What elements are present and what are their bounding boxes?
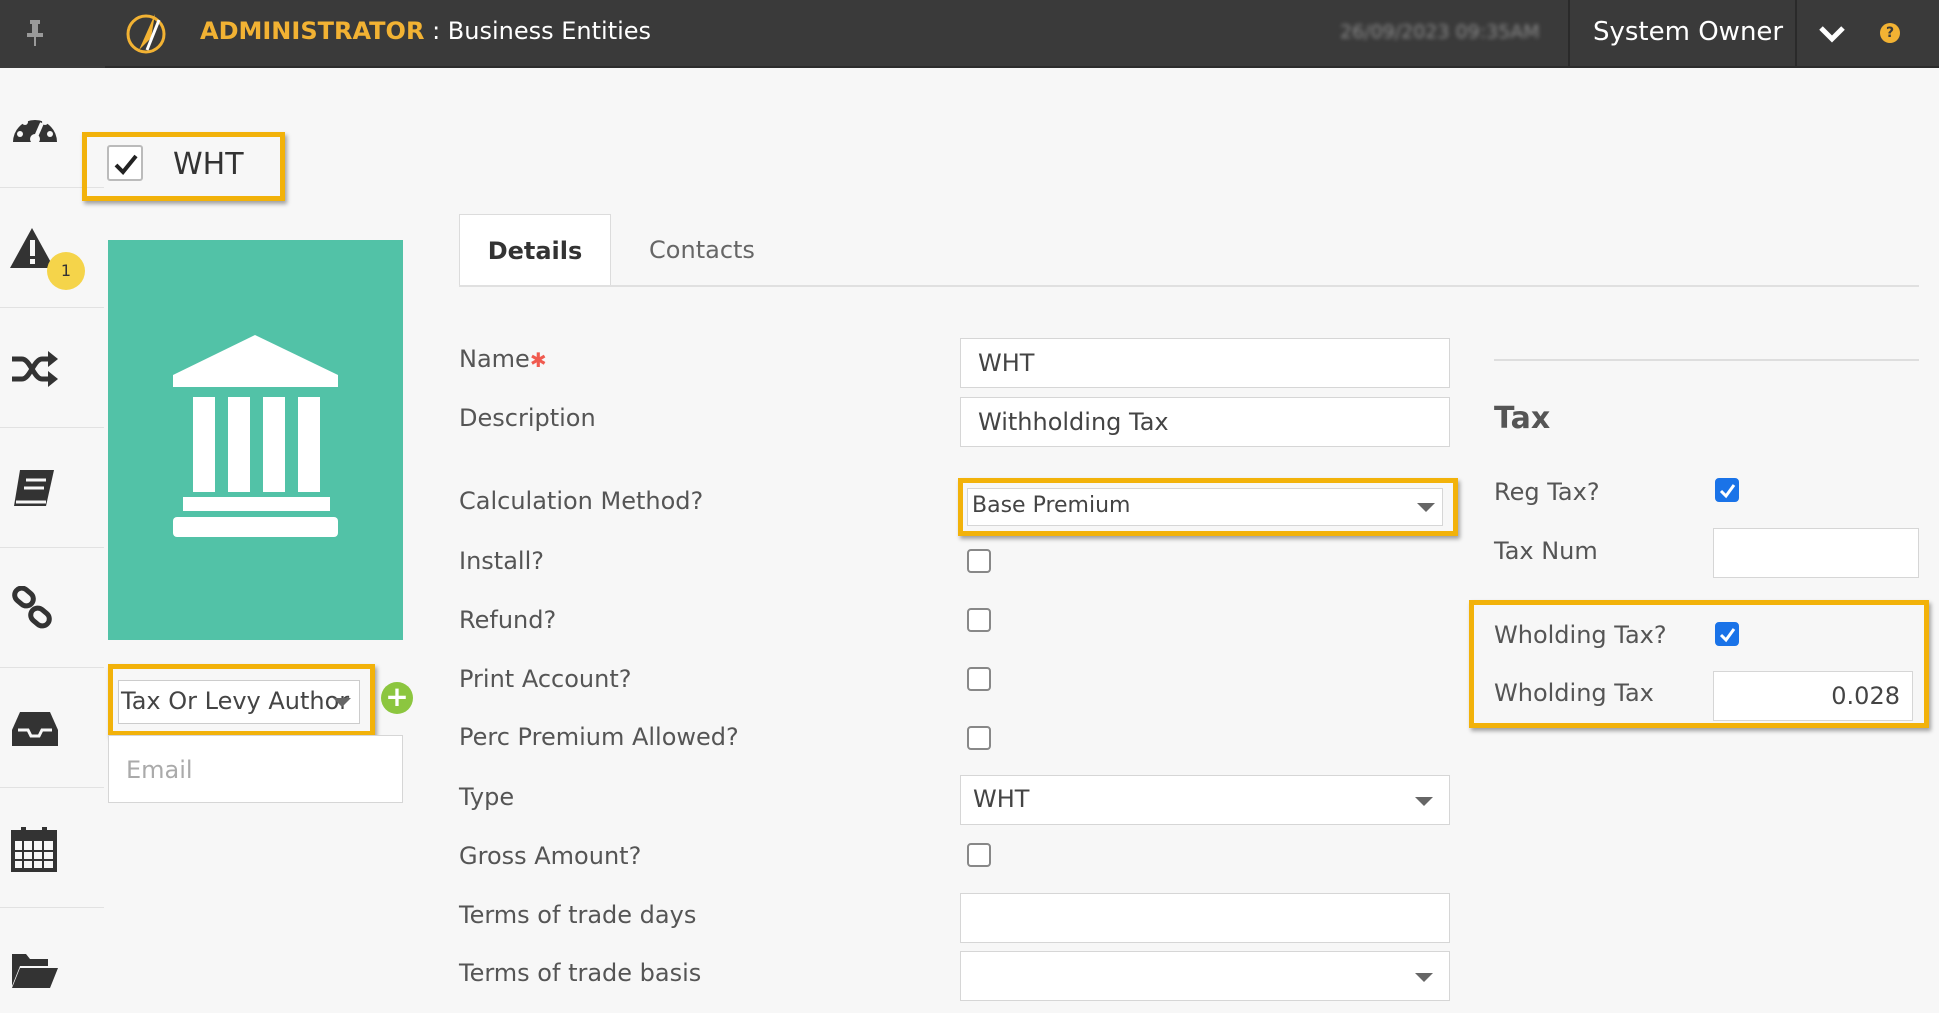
dropdown-arrow-icon — [1415, 797, 1433, 806]
sidebar-item-inbox[interactable] — [0, 668, 104, 788]
tab-contacts[interactable]: Contacts — [612, 214, 792, 286]
wholding-rate-label: Wholding Tax — [1494, 679, 1654, 707]
refund-checkbox[interactable] — [967, 608, 991, 632]
section-divider — [1494, 359, 1919, 361]
shuffle-icon — [12, 351, 58, 387]
description-label: Description — [459, 404, 596, 432]
alerts-badge: 1 — [47, 252, 85, 290]
dropdown-arrow-icon — [1417, 503, 1435, 512]
tab-details[interactable]: Details — [459, 214, 611, 286]
link-icon — [12, 586, 52, 629]
user-name[interactable]: System Owner — [1593, 17, 1783, 47]
help-icon[interactable]: ? — [1880, 23, 1900, 43]
entity-name: WHT — [173, 147, 244, 182]
sidebar-item-links[interactable] — [0, 548, 104, 668]
type-select[interactable]: WHT — [960, 775, 1450, 825]
perc-premium-checkbox[interactable] — [967, 726, 991, 750]
entity-image — [108, 240, 403, 640]
chevron-down-icon[interactable] — [1818, 22, 1846, 44]
refund-label: Refund? — [459, 606, 557, 634]
name-label: Name✱ — [459, 345, 547, 373]
inbox-icon — [12, 712, 58, 746]
datetime-label: 26/09/2023 09:35AM — [1340, 21, 1540, 43]
sidebar-item-calendar[interactable] — [0, 788, 104, 908]
bank-building-icon — [173, 335, 338, 537]
reg-tax-checkbox[interactable] — [1715, 478, 1739, 502]
divider — [1568, 0, 1570, 68]
sidebar: 1 — [0, 68, 104, 1013]
perc-premium-label: Perc Premium Allowed? — [459, 723, 739, 751]
calc-method-select[interactable]: Base Premium — [967, 488, 1443, 526]
terms-basis-label: Terms of trade basis — [459, 959, 702, 987]
sidebar-item-ledger[interactable] — [0, 428, 104, 548]
checkmark-icon — [1719, 628, 1736, 643]
dropdown-arrow-icon — [333, 698, 351, 707]
sidebar-item-alerts[interactable] — [0, 188, 104, 308]
terms-days-label: Terms of trade days — [459, 901, 697, 929]
terms-days-input[interactable] — [960, 893, 1450, 943]
dashboard-gauge-icon — [13, 114, 57, 144]
folder-open-icon — [12, 954, 58, 988]
gross-amount-checkbox[interactable] — [967, 843, 991, 867]
wholding-tax-checkbox[interactable] — [1715, 622, 1739, 646]
calendar-icon — [11, 827, 57, 872]
calc-method-label: Calculation Method? — [459, 487, 704, 515]
divider — [1795, 0, 1797, 68]
wholding-rate-input[interactable]: 0.028 — [1713, 671, 1913, 721]
dropdown-arrow-icon — [1415, 973, 1433, 982]
book-icon — [14, 470, 54, 506]
name-input[interactable]: WHT — [960, 338, 1450, 388]
sidebar-item-workflow[interactable] — [0, 308, 104, 428]
entity-type-select[interactable]: Tax Or Levy Author — [118, 680, 360, 724]
app-logo-icon — [126, 14, 166, 54]
tax-num-label: Tax Num — [1494, 537, 1598, 565]
checkmark-icon — [114, 154, 138, 175]
tax-num-input[interactable] — [1713, 528, 1919, 578]
sidebar-item-documents[interactable] — [0, 908, 104, 1013]
entity-active-checkbox[interactable] — [107, 145, 143, 181]
print-account-checkbox[interactable] — [967, 667, 991, 691]
top-bar: ADMINISTRATOR : Business Entities 26/09/… — [0, 0, 1939, 68]
type-label: Type — [459, 783, 515, 811]
reg-tax-label: Reg Tax? — [1494, 478, 1600, 506]
required-icon: ✱ — [529, 348, 547, 372]
checkmark-icon — [1719, 484, 1736, 499]
add-icon[interactable]: + — [381, 682, 413, 714]
pin-icon[interactable] — [22, 18, 48, 48]
print-account-label: Print Account? — [459, 665, 632, 693]
divider — [105, 66, 1939, 68]
email-input[interactable]: Email — [108, 735, 403, 803]
wholding-tax-label: Wholding Tax? — [1494, 621, 1667, 649]
gross-amount-label: Gross Amount? — [459, 842, 642, 870]
install-label: Install? — [459, 547, 544, 575]
tab-divider — [459, 285, 1919, 287]
install-checkbox[interactable] — [967, 549, 991, 573]
terms-basis-select[interactable] — [960, 951, 1450, 1001]
app-title: ADMINISTRATOR : Business Entities — [200, 17, 652, 45]
tax-heading: Tax — [1494, 401, 1551, 436]
description-input[interactable]: Withholding Tax — [960, 397, 1450, 447]
